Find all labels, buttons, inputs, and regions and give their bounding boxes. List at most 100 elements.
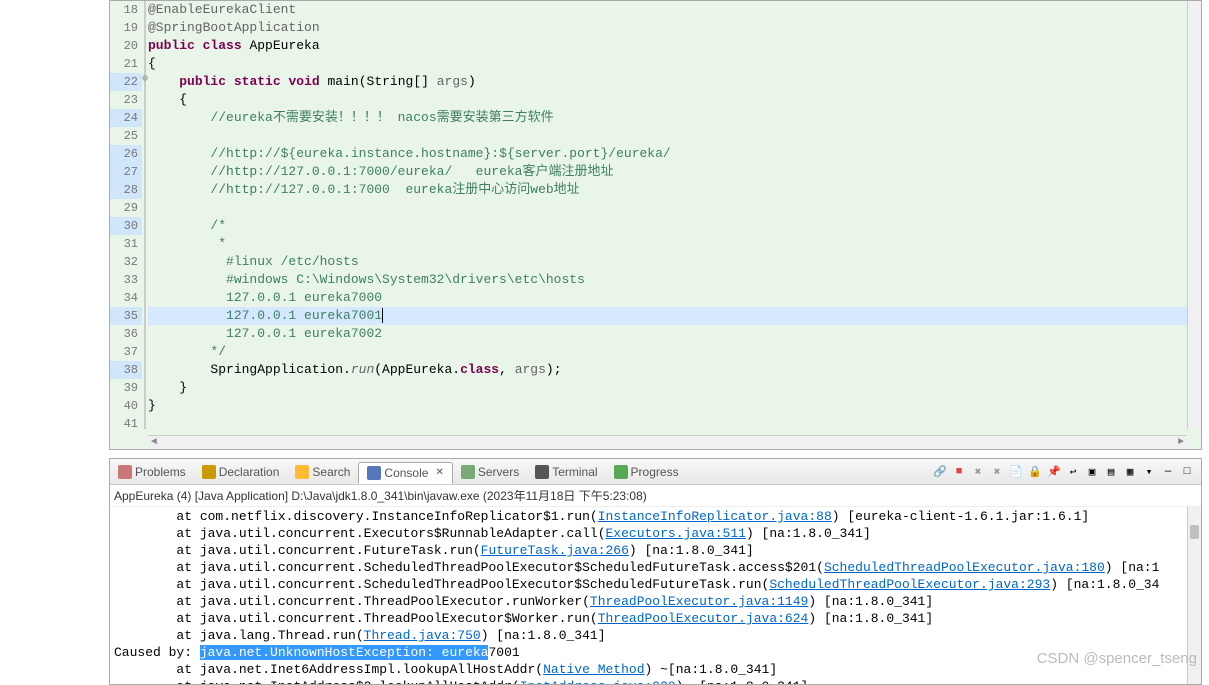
code-line[interactable]: 127.0.0.1 eureka7001 [148, 307, 1187, 325]
code-line[interactable]: } [148, 379, 1187, 397]
code-line[interactable]: 127.0.0.1 eureka7000 [148, 289, 1187, 307]
scroll-left-icon[interactable]: ◄ [148, 437, 160, 448]
code-line[interactable]: 127.0.0.1 eureka7002 [148, 325, 1187, 343]
line-number[interactable]: 22 [110, 73, 142, 91]
line-number[interactable]: 40 [110, 397, 142, 415]
line-number[interactable]: 41 [110, 415, 142, 433]
minimize-button[interactable]: — [1160, 464, 1176, 480]
line-number[interactable]: 37 [110, 343, 142, 361]
vertical-scrollbar[interactable] [1187, 1, 1201, 429]
link-button[interactable]: 🔗 [932, 464, 948, 480]
stop-button[interactable]: ■ [951, 464, 967, 480]
scroll-right-icon[interactable]: ► [1175, 437, 1187, 448]
new-console-button[interactable]: ▦ [1122, 464, 1138, 480]
horizontal-scrollbar[interactable]: ◄ ► [148, 435, 1187, 449]
line-number[interactable]: 20 [110, 37, 142, 55]
maximize-button[interactable]: □ [1179, 464, 1195, 480]
console-line[interactable]: at java.util.concurrent.FutureTask.run(F… [114, 542, 1183, 559]
code-line[interactable]: public static void main(String[] args) [148, 73, 1187, 91]
code-editor[interactable]: 1819202122⊖23242526272829303132333435363… [109, 0, 1202, 450]
line-number[interactable]: 23 [110, 91, 142, 109]
line-number[interactable]: 21 [110, 55, 142, 73]
code-line[interactable] [148, 127, 1187, 145]
stack-trace-link[interactable]: ScheduledThreadPoolExecutor.java:293 [769, 577, 1050, 592]
code-line[interactable] [148, 415, 1187, 429]
code-line[interactable]: //http://${eureka.instance.hostname}:${s… [148, 145, 1187, 163]
console-line[interactable]: at java.util.concurrent.ScheduledThreadP… [114, 559, 1183, 576]
drop-down-button[interactable]: ▾ [1141, 464, 1157, 480]
pin-button[interactable]: 📌 [1046, 464, 1062, 480]
console-line[interactable]: Caused by: java.net.UnknownHostException… [114, 644, 1183, 661]
line-number[interactable]: 35 [110, 307, 142, 325]
console-vertical-scrollbar[interactable] [1187, 507, 1201, 684]
code-area[interactable]: @EnableEurekaClient@SpringBootApplicatio… [148, 1, 1187, 429]
console-output[interactable]: at com.netflix.discovery.InstanceInfoRep… [110, 507, 1187, 684]
tab-search[interactable]: Search [287, 462, 358, 482]
code-line[interactable]: //http://127.0.0.1:7000 eureka注册中心访问web地… [148, 181, 1187, 199]
line-number-gutter[interactable]: 1819202122⊖23242526272829303132333435363… [110, 1, 146, 429]
stack-trace-link[interactable]: Executors.java:511 [606, 526, 746, 541]
code-line[interactable]: //http://127.0.0.1:7000/eureka/ eureka客户… [148, 163, 1187, 181]
remove-button[interactable]: ✖ [989, 464, 1005, 480]
console-line[interactable]: at java.util.concurrent.Executors$Runnab… [114, 525, 1183, 542]
console-line[interactable]: at java.util.concurrent.ThreadPoolExecut… [114, 610, 1183, 627]
tab-console[interactable]: Console✕ [358, 462, 452, 484]
tab-declaration[interactable]: Declaration [194, 462, 288, 482]
line-number[interactable]: 29 [110, 199, 142, 217]
line-number[interactable]: 36 [110, 325, 142, 343]
line-number[interactable]: 34 [110, 289, 142, 307]
stack-trace-link[interactable]: InetAddress.java:929 [520, 679, 676, 684]
stack-trace-link[interactable]: InstanceInfoReplicator.java:88 [598, 509, 832, 524]
code-line[interactable]: @SpringBootApplication [148, 19, 1187, 37]
open-console-button[interactable]: ▤ [1103, 464, 1119, 480]
clear-button[interactable]: 📄 [1008, 464, 1024, 480]
console-line[interactable]: at java.lang.Thread.run(Thread.java:750)… [114, 627, 1183, 644]
code-line[interactable]: */ [148, 343, 1187, 361]
stack-trace-link[interactable]: ThreadPoolExecutor.java:624 [598, 611, 809, 626]
tab-terminal[interactable]: Terminal [527, 462, 605, 482]
console-line[interactable]: at java.net.InetAddress$2.lookupAllHostA… [114, 678, 1183, 684]
code-line[interactable]: /* [148, 217, 1187, 235]
line-number[interactable]: 24 [110, 109, 142, 127]
show-console-button[interactable]: ▣ [1084, 464, 1100, 480]
stack-trace-link[interactable]: Native Method [543, 662, 644, 677]
code-line[interactable]: SpringApplication.run(AppEureka.class, a… [148, 361, 1187, 379]
line-number[interactable]: 18 [110, 1, 142, 19]
code-line[interactable]: //eureka不需要安装！！！！ nacos需要安装第三方软件 [148, 109, 1187, 127]
stack-trace-link[interactable]: FutureTask.java:266 [481, 543, 629, 558]
code-line[interactable]: #linux /etc/hosts [148, 253, 1187, 271]
close-icon[interactable]: ✕ [435, 467, 443, 478]
stack-trace-link[interactable]: ThreadPoolExecutor.java:1149 [590, 594, 808, 609]
code-line[interactable]: #windows C:\Windows\System32\drivers\etc… [148, 271, 1187, 289]
scroll-lock-button[interactable]: 🔒 [1027, 464, 1043, 480]
code-line[interactable]: * [148, 235, 1187, 253]
line-number[interactable]: 32 [110, 253, 142, 271]
line-number[interactable]: 33 [110, 271, 142, 289]
line-number[interactable]: 38 [110, 361, 142, 379]
console-line[interactable]: at java.util.concurrent.ThreadPoolExecut… [114, 593, 1183, 610]
code-line[interactable]: } [148, 397, 1187, 415]
line-number[interactable]: 39 [110, 379, 142, 397]
line-number[interactable]: 27 [110, 163, 142, 181]
console-line[interactable]: at java.net.Inet6AddressImpl.lookupAllHo… [114, 661, 1183, 678]
remove-all-button[interactable]: ✖ [970, 464, 986, 480]
stack-trace-link[interactable]: Thread.java:750 [364, 628, 481, 643]
code-line[interactable]: public class AppEureka [148, 37, 1187, 55]
code-line[interactable] [148, 199, 1187, 217]
scrollbar-thumb[interactable] [1190, 525, 1199, 539]
code-line[interactable]: @EnableEurekaClient [148, 1, 1187, 19]
console-line[interactable]: at java.util.concurrent.ScheduledThreadP… [114, 576, 1183, 593]
stack-trace-link[interactable]: ScheduledThreadPoolExecutor.java:180 [824, 560, 1105, 575]
line-number[interactable]: 26 [110, 145, 142, 163]
line-number[interactable]: 25 [110, 127, 142, 145]
code-line[interactable]: { [148, 91, 1187, 109]
line-number[interactable]: 28 [110, 181, 142, 199]
tab-progress[interactable]: Progress [606, 462, 687, 482]
tab-problems[interactable]: Problems [110, 462, 194, 482]
tab-servers[interactable]: Servers [453, 462, 527, 482]
code-line[interactable]: { [148, 55, 1187, 73]
word-wrap-button[interactable]: ↩ [1065, 464, 1081, 480]
line-number[interactable]: 19 [110, 19, 142, 37]
line-number[interactable]: 31 [110, 235, 142, 253]
console-line[interactable]: at com.netflix.discovery.InstanceInfoRep… [114, 508, 1183, 525]
